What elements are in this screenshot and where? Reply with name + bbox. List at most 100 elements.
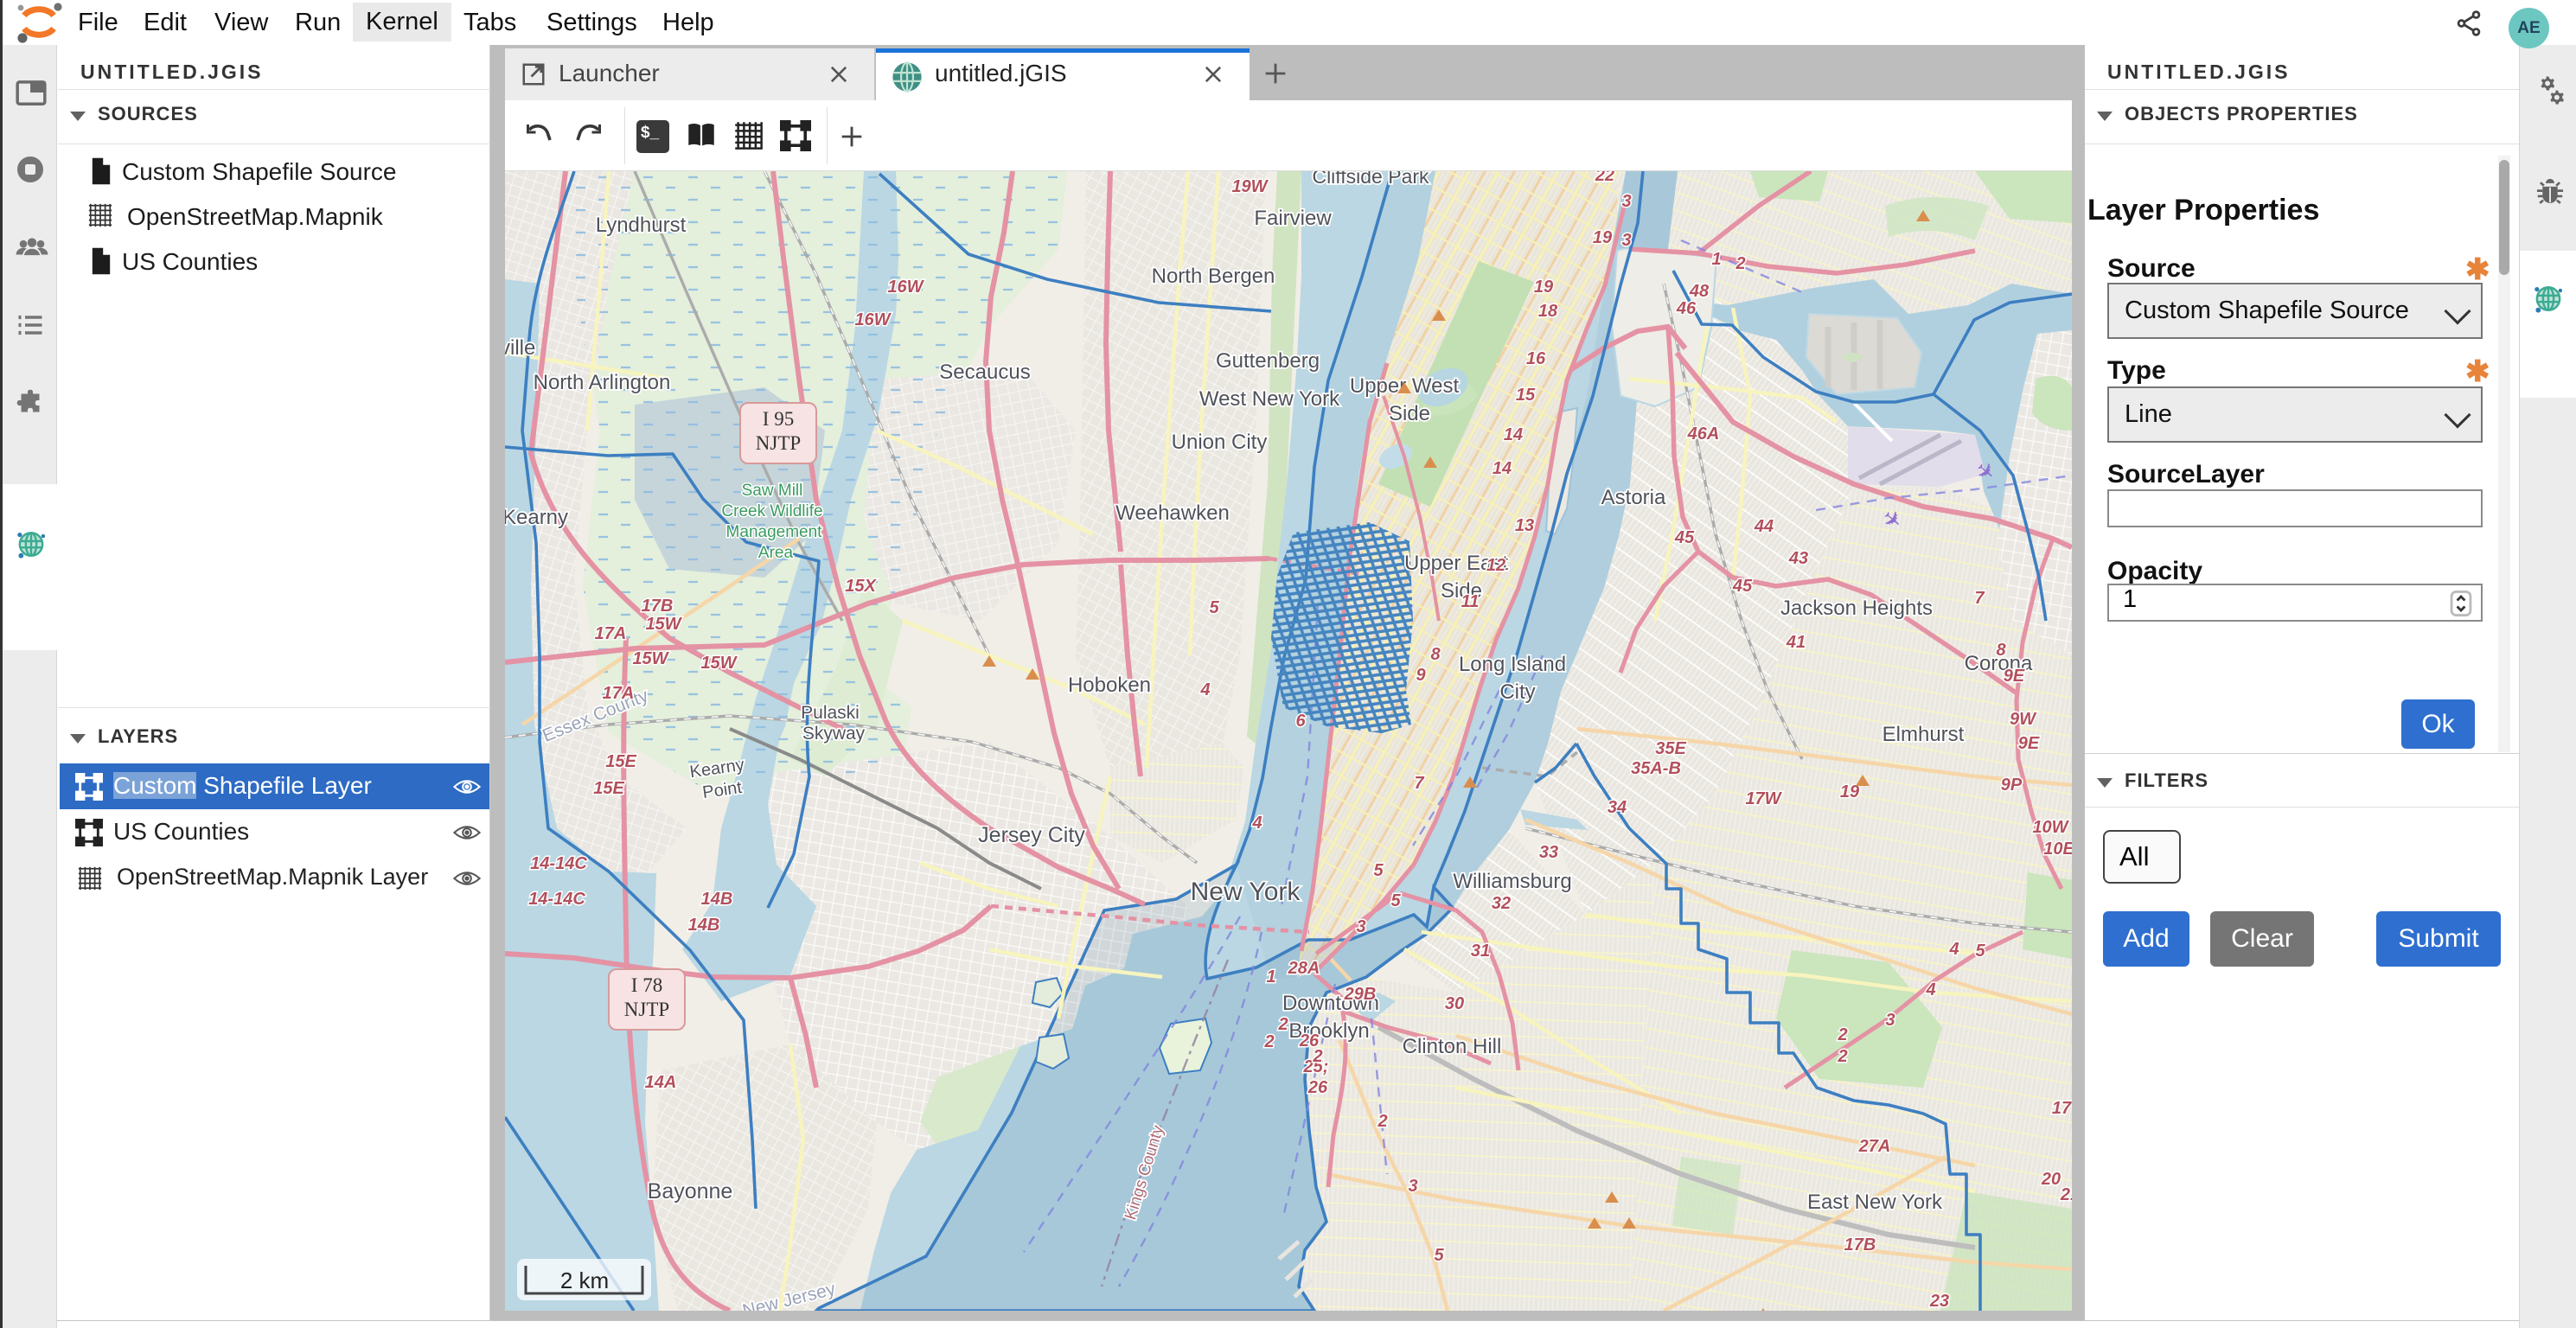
svg-text:9P: 9P bbox=[2001, 776, 2023, 795]
svg-text:9W: 9W bbox=[2010, 710, 2037, 729]
svg-text:14A: 14A bbox=[645, 1073, 677, 1092]
svg-text:17: 17 bbox=[2052, 1099, 2072, 1118]
svg-text:14: 14 bbox=[1504, 425, 1523, 444]
svg-text:2: 2 bbox=[1377, 1112, 1387, 1131]
svg-text:17B: 17B bbox=[1844, 1235, 1876, 1255]
svg-text:26: 26 bbox=[1307, 1078, 1328, 1097]
svg-text:5: 5 bbox=[1390, 891, 1401, 910]
svg-text:NJTP: NJTP bbox=[756, 432, 801, 454]
svg-text:Bayonne: Bayonne bbox=[648, 1179, 733, 1204]
svg-text:35E: 35E bbox=[1655, 739, 1686, 758]
svg-text:17W: 17W bbox=[1745, 789, 1782, 808]
svg-text:Guttenberg: Guttenberg bbox=[1216, 349, 1320, 373]
svg-text:19: 19 bbox=[1593, 228, 1613, 247]
svg-text:I 78: I 78 bbox=[631, 974, 662, 996]
svg-text:16W: 16W bbox=[854, 310, 892, 329]
svg-text:34: 34 bbox=[1608, 798, 1627, 817]
svg-text:Area: Area bbox=[758, 544, 794, 562]
svg-text:13: 13 bbox=[1515, 516, 1534, 535]
svg-text:4: 4 bbox=[1251, 814, 1262, 833]
svg-text:Williamsburg: Williamsburg bbox=[1453, 870, 1571, 893]
svg-text:9E: 9E bbox=[2004, 667, 2025, 686]
svg-text:New York: New York bbox=[1191, 878, 1301, 906]
svg-text:29B: 29B bbox=[1344, 985, 1377, 1004]
svg-text:4: 4 bbox=[1925, 980, 1935, 999]
svg-text:2: 2 bbox=[1263, 1032, 1274, 1051]
svg-text:4: 4 bbox=[1948, 940, 1959, 959]
svg-text:Clinton Hill: Clinton Hill bbox=[1403, 1035, 1502, 1058]
svg-text:City: City bbox=[1499, 680, 1535, 704]
svg-text:45: 45 bbox=[1674, 528, 1695, 547]
svg-text:14B: 14B bbox=[688, 916, 720, 935]
svg-text:Hoboken: Hoboken bbox=[1068, 674, 1151, 697]
svg-text:7: 7 bbox=[1974, 589, 1985, 608]
svg-text:5: 5 bbox=[1209, 598, 1219, 617]
svg-text:Jackson Heights: Jackson Heights bbox=[1780, 597, 1933, 620]
svg-text:2: 2 bbox=[1735, 254, 1745, 273]
svg-text:20: 20 bbox=[2041, 1170, 2061, 1189]
svg-text:I 95: I 95 bbox=[763, 408, 794, 430]
svg-text:22: 22 bbox=[1595, 171, 1614, 185]
svg-text:14: 14 bbox=[1493, 459, 1512, 478]
svg-text:9E: 9E bbox=[2018, 734, 2040, 753]
svg-text:30: 30 bbox=[1445, 994, 1464, 1013]
svg-text:21: 21 bbox=[2060, 1185, 2072, 1204]
svg-text:8: 8 bbox=[1996, 641, 2006, 660]
svg-text:23: 23 bbox=[1929, 1292, 1949, 1311]
svg-text:Cliffside Park: Cliffside Park bbox=[1312, 171, 1429, 188]
svg-text:48: 48 bbox=[1689, 282, 1710, 301]
svg-text:Lyndhurst: Lyndhurst bbox=[596, 214, 687, 237]
svg-text:3: 3 bbox=[1621, 231, 1631, 250]
svg-text:33: 33 bbox=[1539, 843, 1558, 862]
svg-text:41: 41 bbox=[1786, 633, 1806, 652]
svg-text:46A: 46A bbox=[1687, 425, 1720, 444]
svg-text:32: 32 bbox=[1492, 894, 1511, 913]
svg-text:eville: eville bbox=[505, 336, 535, 360]
svg-text:17B: 17B bbox=[642, 597, 674, 616]
svg-text:43: 43 bbox=[1788, 549, 1808, 568]
svg-text:17A: 17A bbox=[603, 684, 635, 703]
svg-text:31: 31 bbox=[1471, 942, 1490, 961]
svg-text:28A: 28A bbox=[1288, 959, 1320, 978]
svg-text:35A-B: 35A-B bbox=[1631, 759, 1681, 778]
svg-text:North Arlington: North Arlington bbox=[534, 371, 671, 394]
svg-text:2: 2 bbox=[1837, 1025, 1847, 1044]
svg-text:West New York: West New York bbox=[1199, 387, 1340, 411]
svg-text:17A: 17A bbox=[595, 624, 627, 643]
svg-text:27A: 27A bbox=[1858, 1137, 1891, 1156]
svg-text:19: 19 bbox=[1534, 278, 1554, 297]
svg-text:3: 3 bbox=[1408, 1177, 1417, 1196]
svg-text:East New York: East New York bbox=[1807, 1191, 1943, 1214]
svg-text:1: 1 bbox=[1266, 967, 1275, 986]
svg-text:1: 1 bbox=[1711, 250, 1721, 269]
svg-text:5: 5 bbox=[1373, 861, 1384, 880]
svg-text:Elmhurst: Elmhurst bbox=[1882, 723, 1965, 746]
svg-text:Saw Mill: Saw Mill bbox=[742, 482, 803, 500]
svg-text:4: 4 bbox=[1199, 680, 1210, 699]
svg-text:Weehawken: Weehawken bbox=[1115, 501, 1230, 525]
svg-text:19W: 19W bbox=[1231, 177, 1269, 196]
svg-text:2: 2 bbox=[1312, 1047, 1322, 1066]
svg-text:Secaucus: Secaucus bbox=[939, 361, 1030, 384]
svg-text:10W: 10W bbox=[2032, 818, 2069, 837]
svg-text:15W: 15W bbox=[700, 654, 738, 673]
svg-text:14B: 14B bbox=[701, 890, 733, 909]
svg-text:44: 44 bbox=[1754, 517, 1774, 536]
svg-text:14-14C: 14-14C bbox=[530, 854, 587, 873]
svg-text:15E: 15E bbox=[605, 752, 636, 771]
svg-text:15W: 15W bbox=[645, 615, 682, 634]
svg-text:15E: 15E bbox=[593, 779, 624, 798]
svg-text:11: 11 bbox=[1461, 592, 1480, 611]
svg-text:2: 2 bbox=[1837, 1047, 1847, 1066]
svg-text:Long Island: Long Island bbox=[1459, 653, 1566, 676]
svg-text:8: 8 bbox=[1430, 645, 1441, 664]
svg-text:15X: 15X bbox=[845, 577, 877, 596]
svg-text:Fairview: Fairview bbox=[1254, 207, 1332, 230]
svg-text:16W: 16W bbox=[887, 278, 924, 297]
svg-text:18: 18 bbox=[1538, 302, 1558, 321]
svg-text:2 km: 2 km bbox=[560, 1267, 609, 1293]
svg-text:Management: Management bbox=[726, 523, 823, 541]
svg-text:5: 5 bbox=[1975, 942, 1985, 961]
svg-text:Creek Wildlife: Creek Wildlife bbox=[721, 502, 822, 520]
svg-text:12: 12 bbox=[1486, 556, 1505, 575]
